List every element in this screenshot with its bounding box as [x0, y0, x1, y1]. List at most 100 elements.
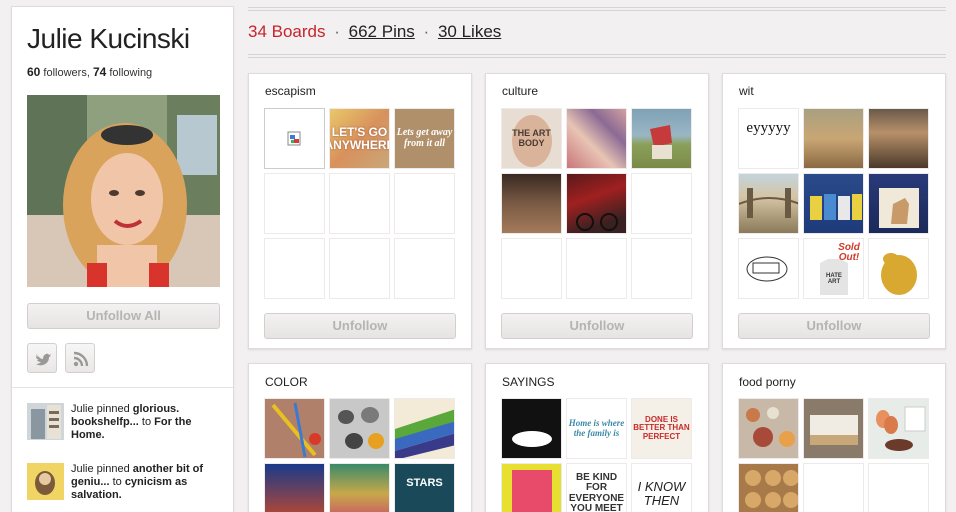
followers-label[interactable]: followers, — [43, 67, 89, 79]
twitter-button[interactable] — [27, 343, 57, 373]
pin-thumbnail[interactable]: THE ART BODY — [501, 108, 562, 169]
following-count[interactable]: 74 — [93, 65, 106, 79]
board-title[interactable]: escapism — [265, 84, 316, 98]
pin-text: HATE ART — [826, 273, 842, 285]
pin-image — [650, 125, 672, 159]
top-rule — [248, 10, 946, 11]
unfollow-all-button[interactable]: Unfollow All — [27, 303, 220, 329]
pin-image — [512, 431, 552, 447]
board-card[interactable]: wit eyyyyy Sold Out! HATE ART Unfollow — [722, 73, 946, 349]
pin-thumbnail[interactable]: I KNOW THEN — [631, 463, 692, 512]
pin-thumbnail[interactable] — [803, 398, 864, 459]
activity-thumbnail[interactable] — [27, 403, 64, 440]
pin-thumbnail[interactable]: eyyyyy — [738, 108, 799, 169]
pin-thumbnail[interactable]: Home is where the family is — [566, 398, 627, 459]
activity-actor: Julie pinned — [71, 463, 130, 475]
pin-thumbnail[interactable] — [738, 463, 799, 512]
pin-thumbnail[interactable]: Lets get away from it all — [394, 108, 455, 169]
pin-image — [810, 415, 858, 445]
pin-thumbnail[interactable] — [264, 463, 325, 512]
pin-image — [338, 407, 384, 449]
sidebar-divider — [12, 387, 233, 388]
pin-text: eyyyyy — [746, 120, 791, 136]
pin-thumbnail[interactable] — [394, 398, 455, 459]
pin-text: I KNOW THEN — [637, 478, 686, 508]
board-card[interactable]: culture THE ART BODY Unfollow — [485, 73, 709, 349]
likes-link[interactable]: 30 Likes — [438, 22, 501, 41]
pin-slot-empty — [329, 238, 390, 299]
pin-text: Sold Out! — [838, 242, 860, 263]
pin-image — [876, 406, 926, 451]
avatar — [27, 95, 220, 287]
profile-name: Julie Kucinski — [27, 23, 190, 54]
board-card[interactable]: escapism LET'S GO ANYWHERE Lets get away… — [248, 73, 472, 349]
pin-thumbnail[interactable]: LET'S GO ANYWHERE — [329, 108, 390, 169]
pins-link[interactable]: 662 Pins — [349, 22, 415, 41]
board-title[interactable]: food porny — [739, 375, 796, 389]
pin-image — [745, 470, 798, 508]
pin-image — [512, 470, 552, 512]
pin-thumbnail[interactable] — [803, 173, 864, 234]
pin-thumbnail[interactable]: DONE IS BETTER THAN PERFECT — [631, 398, 692, 459]
rss-icon — [73, 351, 89, 367]
pin-thumbnail[interactable] — [868, 108, 929, 169]
pin-thumbnail[interactable] — [803, 108, 864, 169]
activity-thumbnail[interactable] — [27, 463, 64, 500]
pin-image — [746, 407, 795, 447]
pin-slot-empty — [501, 238, 562, 299]
profile-sidebar: Julie Kucinski 60 followers, 74 followin… — [11, 6, 234, 512]
follow-stats: 60 followers, 74 following — [27, 65, 152, 79]
stats-separator: · — [423, 22, 430, 41]
pin-thumbnail[interactable] — [501, 173, 562, 234]
pin-slot-empty — [868, 463, 929, 512]
unfollow-button[interactable]: Unfollow — [738, 313, 930, 339]
board-title[interactable]: SAYINGS — [502, 375, 554, 389]
profile-stats: 34 Boards · 662 Pins · 30 Likes — [248, 22, 501, 42]
pin-text: BE KIND FOR EVERYONE YOU MEET — [568, 471, 625, 512]
pin-thumbnail[interactable] — [868, 173, 929, 234]
board-card[interactable]: food porny — [722, 363, 946, 512]
pin-thumbnail[interactable] — [501, 463, 562, 512]
pin-image — [739, 188, 798, 218]
pin-thumbnail[interactable] — [329, 398, 390, 459]
rss-button[interactable] — [65, 343, 95, 373]
pin-thumbnail[interactable] — [738, 173, 799, 234]
pin-thumbnail[interactable] — [738, 398, 799, 459]
boards-count[interactable]: 34 Boards — [248, 22, 326, 41]
pin-thumbnail[interactable] — [264, 108, 325, 169]
pin-thumbnail[interactable] — [738, 238, 799, 299]
following-label[interactable]: following — [109, 67, 152, 79]
unfollow-button[interactable]: Unfollow — [501, 313, 693, 339]
pin-thumbnail[interactable] — [868, 238, 929, 299]
board-title[interactable]: wit — [739, 84, 754, 98]
pin-image — [746, 256, 788, 282]
pin-text: STARS — [406, 477, 443, 489]
pin-thumbnail[interactable] — [329, 463, 390, 512]
pin-thumbnail[interactable]: Sold Out! HATE ART — [803, 238, 864, 299]
pin-thumbnail[interactable] — [501, 398, 562, 459]
unfollow-button[interactable]: Unfollow — [264, 313, 456, 339]
followers-count[interactable]: 60 — [27, 65, 40, 79]
pin-image — [881, 253, 917, 295]
board-title[interactable]: culture — [502, 84, 538, 98]
pin-thumbnail[interactable] — [264, 398, 325, 459]
pin-thumbnail[interactable]: BE KIND FOR EVERYONE YOU MEET — [566, 463, 627, 512]
pin-slot-empty — [803, 463, 864, 512]
stats-rule — [248, 54, 946, 55]
broken-image-icon — [287, 131, 301, 146]
pin-thumbnail[interactable] — [631, 108, 692, 169]
pin-slot-empty — [394, 238, 455, 299]
stats-separator: · — [334, 22, 340, 41]
board-title[interactable]: COLOR — [265, 375, 308, 389]
activity-actor: Julie pinned — [71, 403, 130, 415]
board-card[interactable]: SAYINGS Home is where the family is DONE… — [485, 363, 709, 512]
pin-text: Home is where the family is — [568, 418, 625, 438]
pin-thumbnail[interactable] — [868, 398, 929, 459]
pin-thumbnail[interactable]: STARS — [394, 463, 455, 512]
pin-thumbnail[interactable] — [566, 173, 627, 234]
pin-slot-empty — [329, 173, 390, 234]
pin-image — [879, 188, 919, 228]
board-card[interactable]: COLOR STARS — [248, 363, 472, 512]
activity-connector: to — [112, 476, 122, 488]
pin-thumbnail[interactable] — [566, 108, 627, 169]
